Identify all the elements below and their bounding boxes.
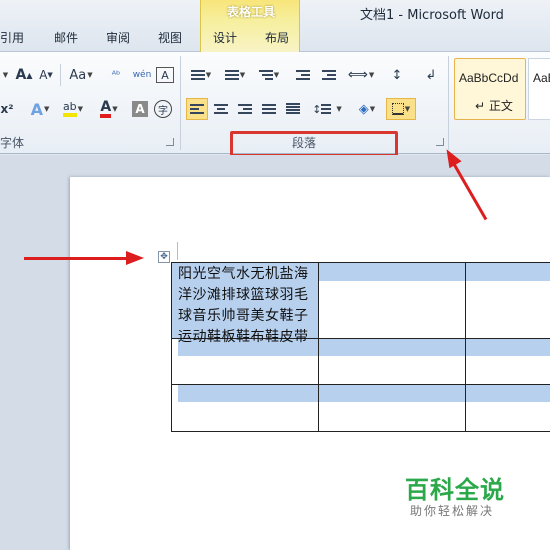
char-shading-button[interactable]: A <box>132 101 148 117</box>
char-border-button[interactable]: A <box>156 67 174 83</box>
style-normal[interactable]: AaBbCcDd ↵ 正文 <box>454 58 526 120</box>
table-cell-text[interactable]: 阳光空气水无机盐海洋沙滩排球篮球羽毛球音乐帅哥美女鞋子运动鞋板鞋布鞋皮带 <box>178 264 316 348</box>
numbering-button[interactable]: ▼ <box>220 64 250 86</box>
text-cursor <box>177 242 178 260</box>
table-border <box>171 384 550 385</box>
increase-indent-button[interactable] <box>318 64 340 86</box>
tab-view[interactable]: 视图 <box>158 28 182 48</box>
style-preview: AaBbCcDd <box>459 71 519 85</box>
divider <box>60 64 61 86</box>
phonetic-guide-icon[interactable]: wén <box>132 64 152 86</box>
table-move-handle-icon[interactable]: ✥ <box>158 251 170 263</box>
table-border <box>171 262 550 263</box>
group-divider <box>448 56 449 150</box>
grow-font-button[interactable]: A ▲ <box>14 64 34 86</box>
paint-bucket-icon[interactable]: ◈ ▼ <box>352 98 382 120</box>
multilevel-list-button[interactable]: ▼ <box>254 64 284 86</box>
tab-references[interactable]: 引用 <box>0 28 24 48</box>
font-dialog-launcher-icon[interactable] <box>166 138 174 146</box>
decrease-indent-button[interactable] <box>292 64 314 86</box>
shrink-font-button[interactable]: A ▼ <box>36 64 56 86</box>
font-size-dropdown-icon[interactable]: ▼ <box>0 64 10 86</box>
table-border <box>171 262 172 432</box>
table-tools-context-group: 表格工具 设计 布局 <box>200 0 300 52</box>
font-group-label: 字体 <box>0 136 25 150</box>
justify-button[interactable] <box>258 98 280 120</box>
tab-review[interactable]: 审阅 <box>106 28 130 48</box>
table-border <box>465 262 466 432</box>
watermark-title: 百科全说 <box>405 476 505 504</box>
tab-mailings[interactable]: 邮件 <box>54 28 78 48</box>
table-border <box>171 431 550 432</box>
distributed-button[interactable] <box>282 98 304 120</box>
clear-format-icon[interactable]: ᴬᵇ <box>106 64 126 86</box>
font-color-button[interactable]: A ▼ <box>96 98 122 120</box>
sort-button[interactable]: ↕ <box>386 64 408 86</box>
ribbon-tab-bar: 引用 邮件 审阅 视图 表格工具 设计 布局 文档1 - Microsoft W… <box>0 0 550 52</box>
table-border <box>318 262 319 432</box>
context-group-title: 表格工具 <box>226 5 275 19</box>
bullets-button[interactable]: ▼ <box>186 64 216 86</box>
enclose-char-button[interactable]: 字 <box>154 100 172 118</box>
style-name: ↵ 正文 <box>475 99 513 113</box>
annotation-arrow <box>24 257 128 260</box>
highlight-color-button[interactable]: ab ▼ <box>60 98 86 120</box>
window-title: 文档1 - Microsoft Word <box>360 8 504 23</box>
tab-design[interactable]: 设计 <box>213 28 237 48</box>
annotation-highlight-box <box>230 131 398 157</box>
change-case-button[interactable]: Aa ▼ <box>66 64 96 86</box>
tab-layout[interactable]: 布局 <box>265 28 289 48</box>
group-divider <box>180 56 181 150</box>
show-formatting-marks-button[interactable]: ↲ <box>420 64 442 86</box>
borders-button[interactable]: ▼ <box>386 98 416 120</box>
style-no-spacing[interactable]: AaB <box>528 58 550 120</box>
style-preview-2: AaB <box>533 71 550 85</box>
superscript-icon[interactable]: x² <box>0 98 14 120</box>
text-effects-button[interactable]: A ▼ <box>28 98 52 120</box>
chinese-layout-button[interactable]: ⟺ ▼ <box>346 64 376 86</box>
align-right-button[interactable] <box>234 98 256 120</box>
paragraph-dialog-launcher-icon[interactable] <box>436 138 444 146</box>
align-left-button[interactable] <box>186 98 208 120</box>
line-spacing-button[interactable]: ↕ ▼ <box>312 98 342 120</box>
annotation-arrow-head <box>126 251 144 265</box>
watermark-subtitle: 助你轻松解决 <box>410 504 495 518</box>
align-center-button[interactable] <box>210 98 232 120</box>
